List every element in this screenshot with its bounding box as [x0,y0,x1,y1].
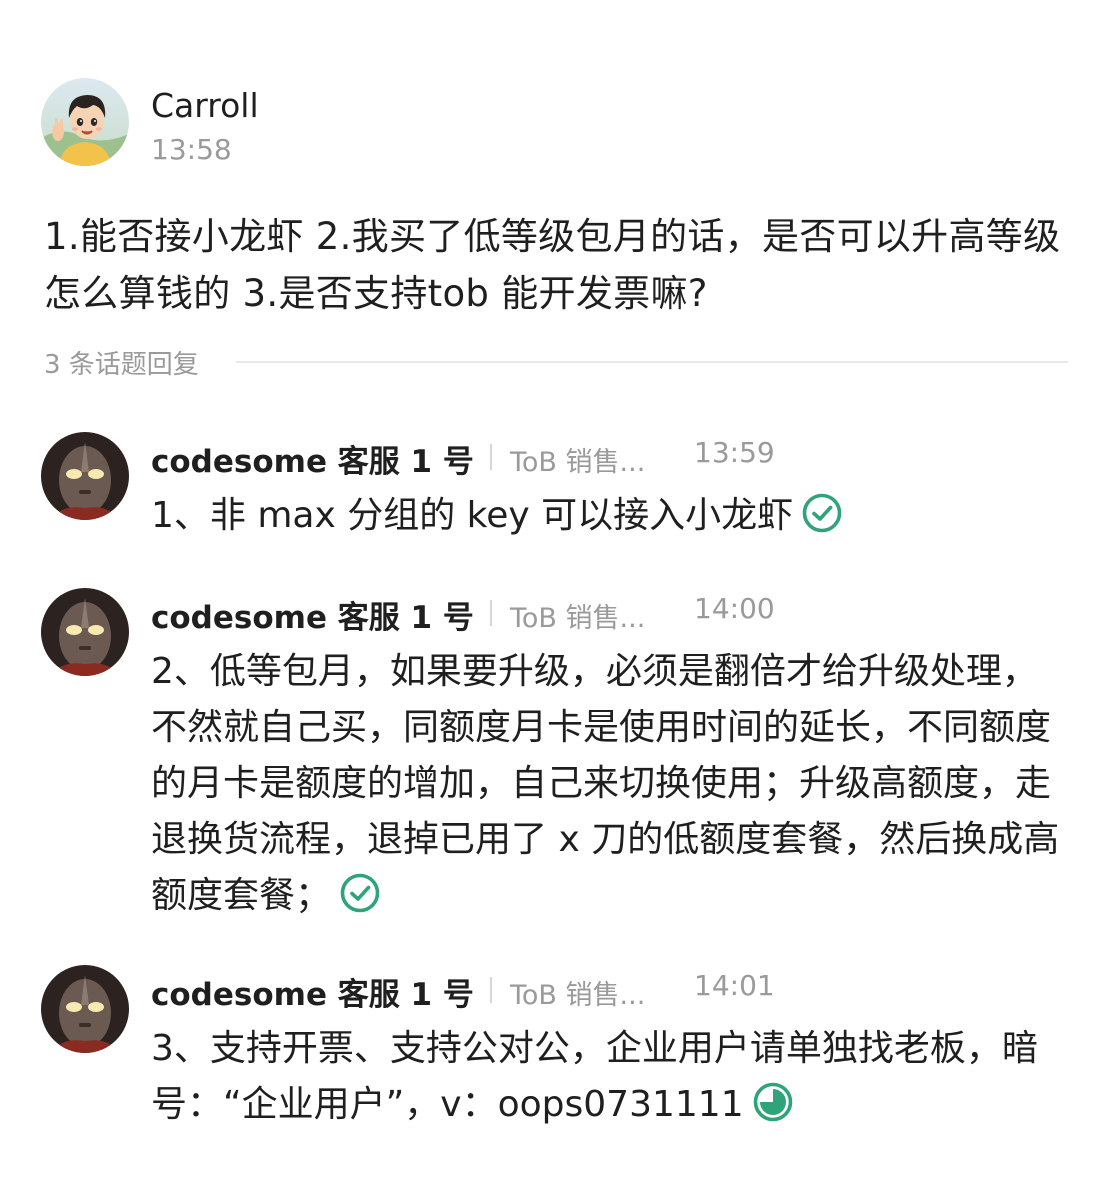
check-circle-icon [802,493,842,533]
reply-content: 1、非 max 分组的 key 可以接入小龙虾 [151,488,1071,544]
reply-timestamp: 14:00 [694,592,775,625]
reply-content: 3、支持开票、支持公对公，企业用户请单独找老板，暗号：“企业用户”，v：oops… [151,1021,1071,1133]
reply-author-name[interactable]: codesome 客服 1 号 [151,969,474,1014]
author-avatar[interactable] [41,78,129,166]
meta-separator [490,444,492,470]
reply-text: 2、低等包月，如果要升级，必须是翻倍才给升级处理，不然就自己买，同额度月卡是使用… [151,651,1060,916]
reply-author-name[interactable]: codesome 客服 1 号 [151,592,474,637]
reply-author-name[interactable]: codesome 客服 1 号 [151,436,474,481]
post-timestamp: 13:58 [151,133,232,166]
post-header: Carroll 13:58 [41,78,1041,170]
reply-avatar[interactable] [41,432,129,520]
reply-avatar[interactable] [41,965,129,1053]
reply-timestamp: 13:59 [694,436,775,469]
author-name[interactable]: Carroll [151,86,259,125]
masked-hero-avatar-icon [41,588,129,676]
reply-content: 2、低等包月，如果要升级，必须是翻倍才给升级处理，不然就自己买，同额度月卡是使用… [151,644,1071,924]
reply-timestamp: 14:01 [694,969,775,1002]
check-circle-icon [340,873,380,913]
reply-author-role: ToB 销售... [510,603,646,634]
meta-separator [490,977,492,1003]
cartoon-boy-avatar-icon [41,78,129,166]
progress-circle-icon [753,1082,792,1122]
reply-item: codesome 客服 1 号 ToB 销售... 14:01 3、支持开票、支… [41,965,1081,1135]
reply-author-role: ToB 销售... [510,447,646,478]
reply-avatar[interactable] [41,588,129,676]
reply-meta: codesome 客服 1 号 ToB 销售... 14:01 [151,969,1071,1013]
reply-item: codesome 客服 1 号 ToB 销售... 14:00 2、低等包月，如… [41,588,1081,928]
reply-meta: codesome 客服 1 号 ToB 销售... 13:59 [151,436,1071,480]
masked-hero-avatar-icon [41,965,129,1053]
reply-meta: codesome 客服 1 号 ToB 销售... 14:00 [151,592,1071,636]
reply-text: 3、支持开票、支持公对公，企业用户请单独找老板，暗号：“企业用户”，v：oops… [151,1028,1038,1125]
post-content: 1.能否接小龙虾 2.我买了低等级包月的话，是否可以升高等级 怎么算钱的 3.是… [44,215,1061,315]
thread-reply-count[interactable]: 3 条话题回复 [44,344,199,381]
reply-text: 1、非 max 分组的 key 可以接入小龙虾 [151,495,794,536]
divider [236,361,1068,363]
meta-separator [490,600,492,626]
reply-author-role: ToB 销售... [510,980,646,1011]
masked-hero-avatar-icon [41,432,129,520]
reply-item: codesome 客服 1 号 ToB 销售... 13:59 1、非 max … [41,432,1081,536]
